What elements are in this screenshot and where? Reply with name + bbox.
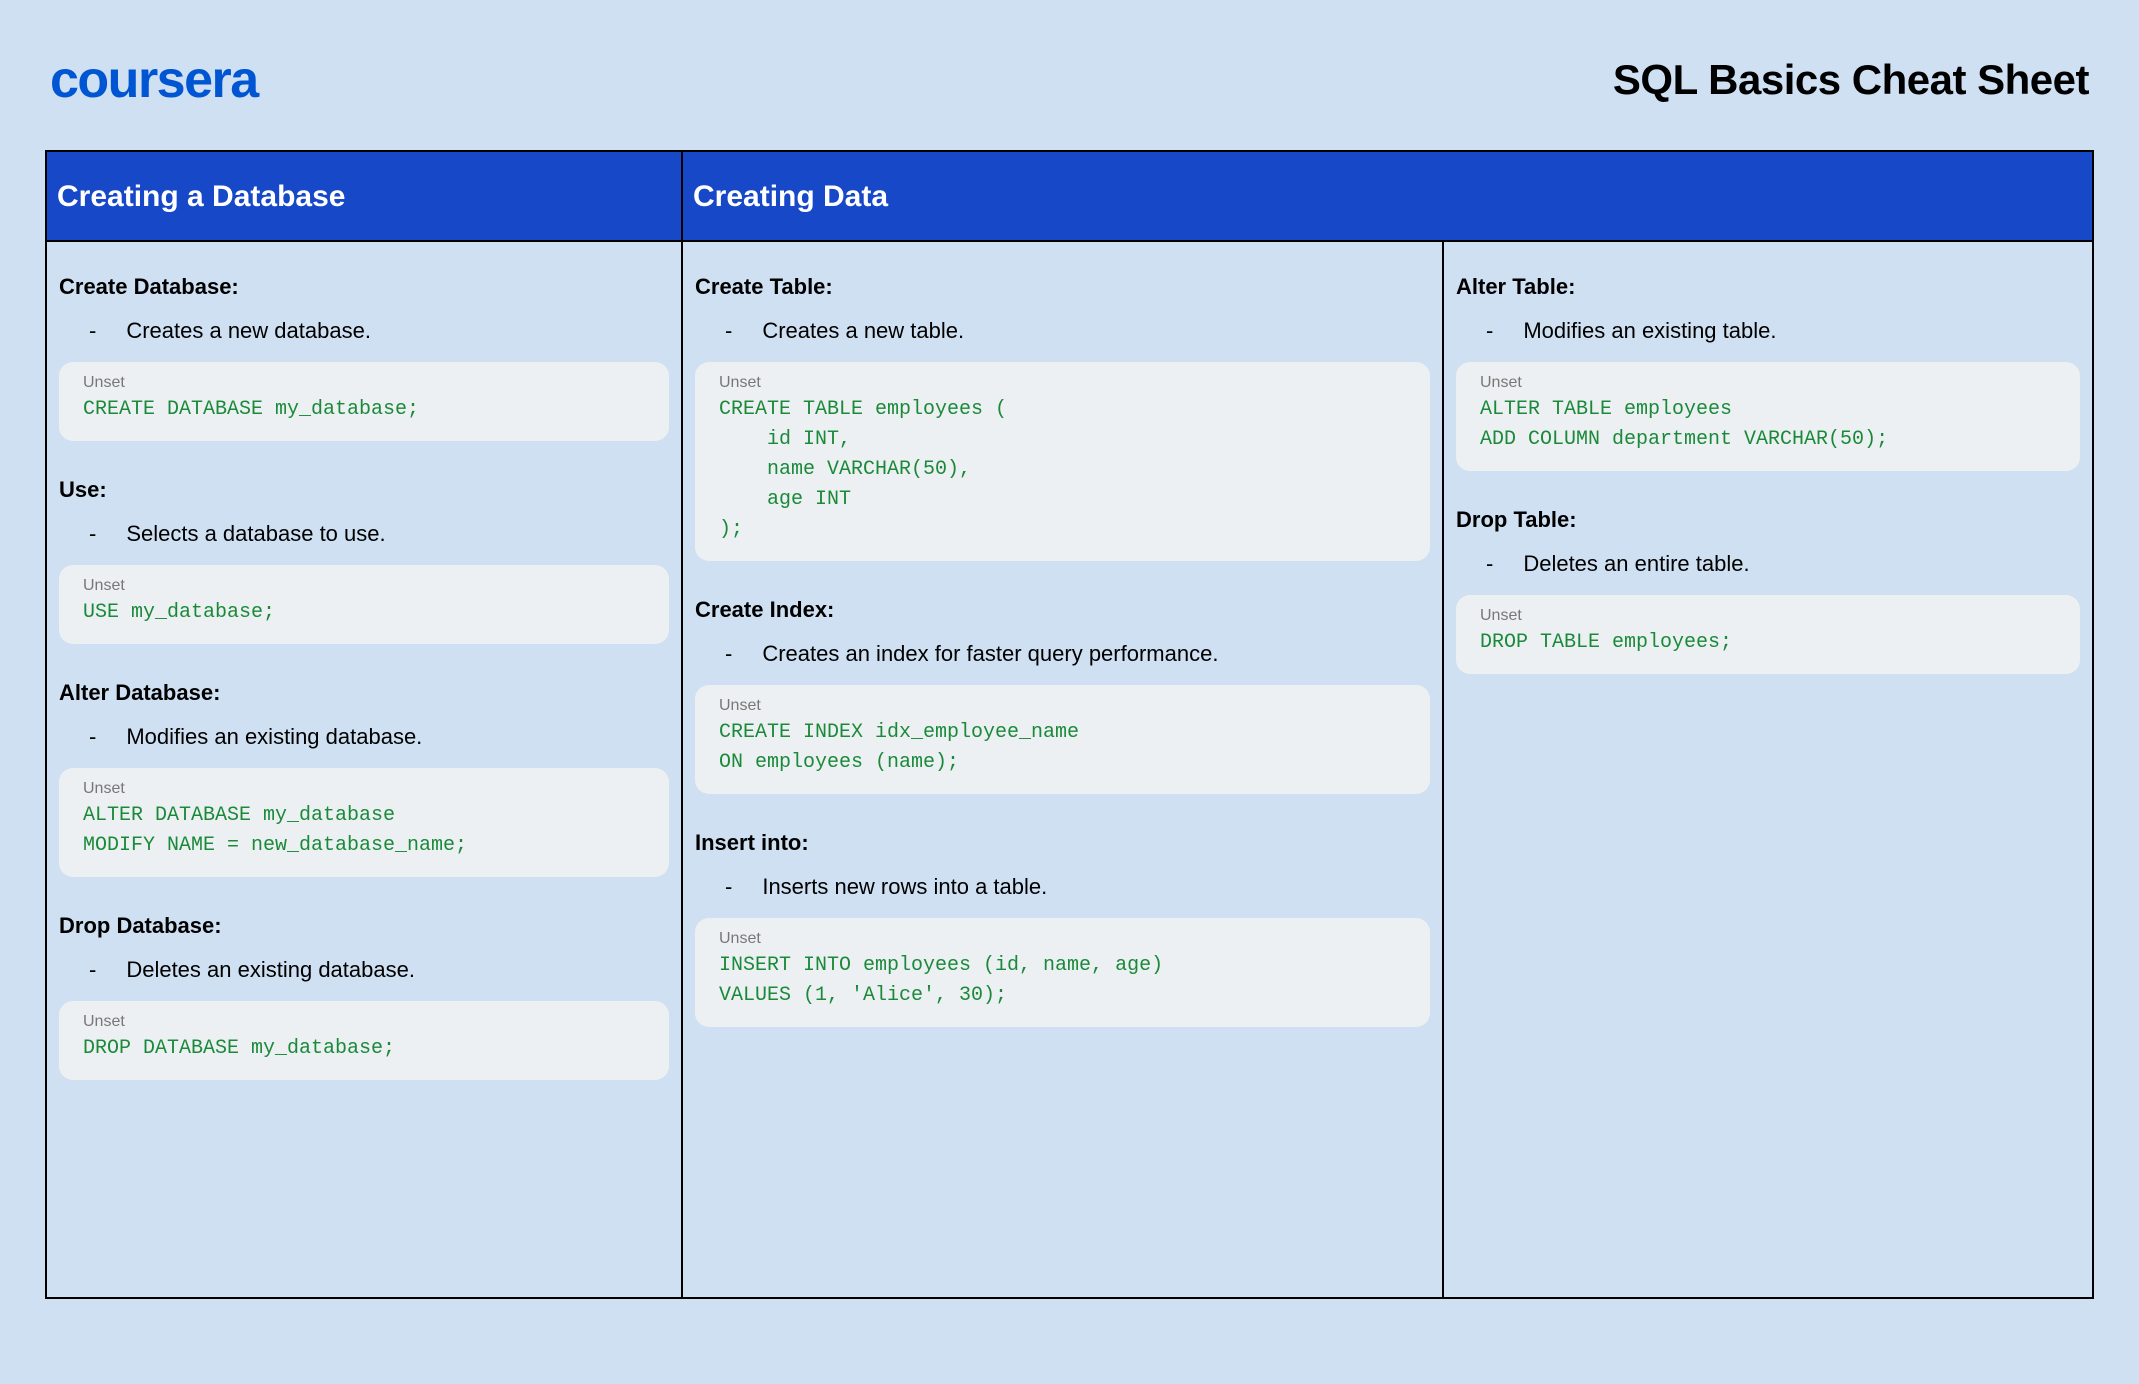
section-desc: Deletes an existing database. bbox=[126, 957, 415, 983]
bullet-dash: - bbox=[89, 957, 96, 983]
code-block: Unset DROP TABLE employees; bbox=[1456, 595, 2080, 674]
code-content: ALTER DATABASE my_database MODIFY NAME =… bbox=[83, 801, 645, 861]
code-block: Unset ALTER TABLE employees ADD COLUMN d… bbox=[1456, 362, 2080, 471]
desc-row: - Deletes an existing database. bbox=[89, 957, 669, 983]
desc-row: - Creates a new table. bbox=[725, 318, 1430, 344]
section-desc: Selects a database to use. bbox=[126, 521, 385, 547]
section-title: Use: bbox=[59, 477, 669, 503]
table-header-row: Creating a Database Creating Data bbox=[47, 152, 2092, 242]
code-content: DROP DATABASE my_database; bbox=[83, 1034, 645, 1064]
section-title: Insert into: bbox=[695, 830, 1430, 856]
section-desc: Creates an index for faster query perfor… bbox=[762, 641, 1218, 667]
code-block: Unset CREATE TABLE employees ( id INT, n… bbox=[695, 362, 1430, 561]
bullet-dash: - bbox=[1486, 551, 1493, 577]
col-header-database: Creating a Database bbox=[47, 152, 683, 240]
code-content: INSERT INTO employees (id, name, age) VA… bbox=[719, 951, 1406, 1011]
code-block: Unset DROP DATABASE my_database; bbox=[59, 1001, 669, 1080]
bullet-dash: - bbox=[89, 724, 96, 750]
desc-row: - Creates a new database. bbox=[89, 318, 669, 344]
bullet-dash: - bbox=[725, 641, 732, 667]
section-desc: Modifies an existing table. bbox=[1523, 318, 1776, 344]
cheat-sheet-table: Creating a Database Creating Data Create… bbox=[45, 150, 2094, 1299]
section-desc: Inserts new rows into a table. bbox=[762, 874, 1047, 900]
section-title: Drop Table: bbox=[1456, 507, 2080, 533]
coursera-logo: coursera bbox=[50, 50, 258, 110]
code-block: Unset ALTER DATABASE my_database MODIFY … bbox=[59, 768, 669, 877]
section-title: Drop Database: bbox=[59, 913, 669, 939]
column-creating-data-right: Alter Table: - Modifies an existing tabl… bbox=[1444, 242, 2092, 1297]
code-label: Unset bbox=[83, 374, 645, 392]
code-content: DROP TABLE employees; bbox=[1480, 628, 2056, 658]
desc-row: - Deletes an entire table. bbox=[1486, 551, 2080, 577]
code-label: Unset bbox=[83, 577, 645, 595]
code-content: ALTER TABLE employees ADD COLUMN departm… bbox=[1480, 395, 2056, 455]
desc-row: - Modifies an existing database. bbox=[89, 724, 669, 750]
code-block: Unset CREATE INDEX idx_employee_name ON … bbox=[695, 685, 1430, 794]
code-block: Unset USE my_database; bbox=[59, 565, 669, 644]
section-title: Alter Table: bbox=[1456, 274, 2080, 300]
column-creating-data-left: Create Table: - Creates a new table. Uns… bbox=[683, 242, 1444, 1297]
bullet-dash: - bbox=[89, 521, 96, 547]
page-header: coursera SQL Basics Cheat Sheet bbox=[45, 50, 2094, 110]
code-content: USE my_database; bbox=[83, 598, 645, 628]
desc-row: - Selects a database to use. bbox=[89, 521, 669, 547]
desc-row: - Modifies an existing table. bbox=[1486, 318, 2080, 344]
code-content: CREATE INDEX idx_employee_name ON employ… bbox=[719, 718, 1406, 778]
col-header-data: Creating Data bbox=[683, 152, 2092, 240]
desc-row: - Creates an index for faster query perf… bbox=[725, 641, 1430, 667]
code-label: Unset bbox=[1480, 607, 2056, 625]
page-title: SQL Basics Cheat Sheet bbox=[1613, 56, 2089, 104]
section-desc: Creates a new table. bbox=[762, 318, 964, 344]
bullet-dash: - bbox=[1486, 318, 1493, 344]
code-content: CREATE DATABASE my_database; bbox=[83, 395, 645, 425]
code-label: Unset bbox=[1480, 374, 2056, 392]
code-label: Unset bbox=[83, 780, 645, 798]
section-title: Create Database: bbox=[59, 274, 669, 300]
code-block: Unset INSERT INTO employees (id, name, a… bbox=[695, 918, 1430, 1027]
table-body-row: Create Database: - Creates a new databas… bbox=[47, 242, 2092, 1297]
section-title: Create Table: bbox=[695, 274, 1430, 300]
section-title: Alter Database: bbox=[59, 680, 669, 706]
section-desc: Deletes an entire table. bbox=[1523, 551, 1749, 577]
code-block: Unset CREATE DATABASE my_database; bbox=[59, 362, 669, 441]
section-desc: Creates a new database. bbox=[126, 318, 371, 344]
bullet-dash: - bbox=[725, 874, 732, 900]
section-desc: Modifies an existing database. bbox=[126, 724, 422, 750]
code-label: Unset bbox=[719, 930, 1406, 948]
code-label: Unset bbox=[719, 697, 1406, 715]
column-creating-database: Create Database: - Creates a new databas… bbox=[47, 242, 683, 1297]
bullet-dash: - bbox=[89, 318, 96, 344]
code-content: CREATE TABLE employees ( id INT, name VA… bbox=[719, 395, 1406, 545]
bullet-dash: - bbox=[725, 318, 732, 344]
section-title: Create Index: bbox=[695, 597, 1430, 623]
code-label: Unset bbox=[83, 1013, 645, 1031]
desc-row: - Inserts new rows into a table. bbox=[725, 874, 1430, 900]
code-label: Unset bbox=[719, 374, 1406, 392]
